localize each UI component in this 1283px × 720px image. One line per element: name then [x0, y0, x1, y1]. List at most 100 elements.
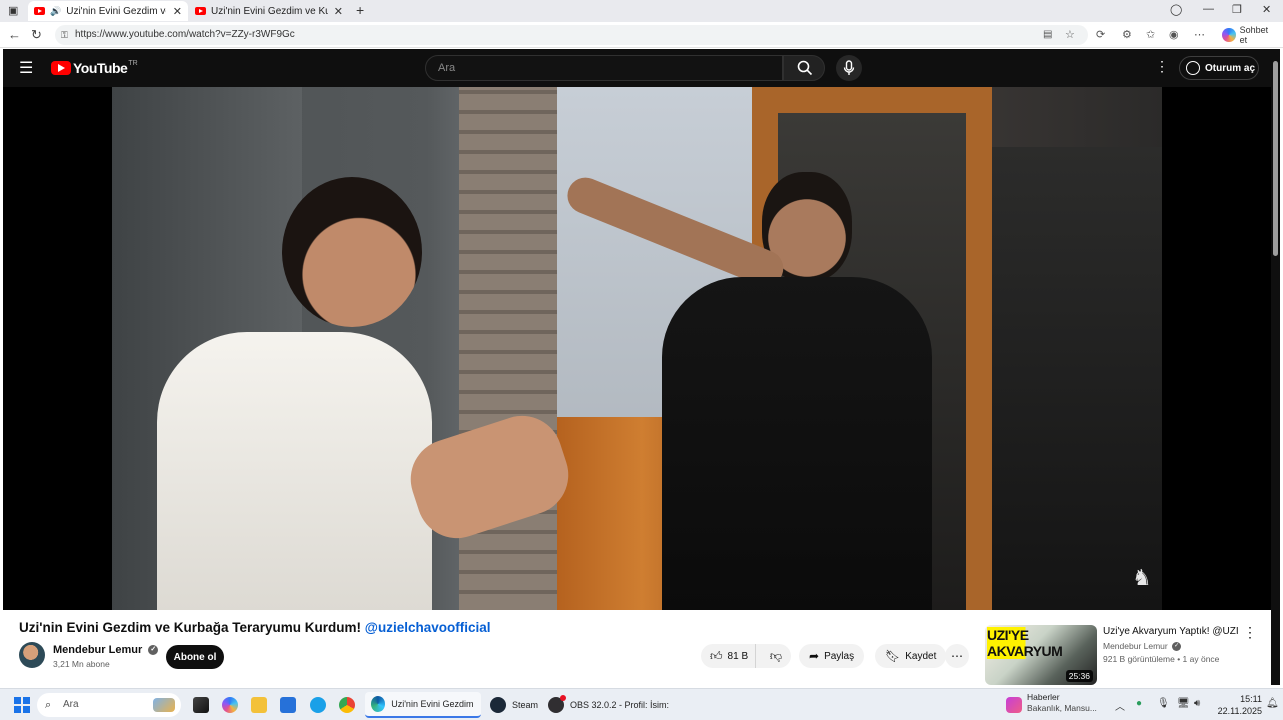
- taskbar-search-input[interactable]: ⌕ Ara: [37, 693, 181, 717]
- skype-icon[interactable]: [310, 697, 326, 713]
- task-view-icon[interactable]: [193, 697, 209, 713]
- close-icon[interactable]: ✕: [328, 5, 343, 18]
- reader-icon[interactable]: ▤: [1043, 25, 1052, 45]
- recommendation-more-icon[interactable]: ⋮: [1243, 624, 1257, 641]
- news-widget[interactable]: Haberler Bakanlık, Mansu...: [1027, 692, 1097, 714]
- chat-button[interactable]: Sohbet et: [1216, 25, 1283, 45]
- start-icon[interactable]: [14, 697, 30, 713]
- collections-icon[interactable]: ◉: [1169, 28, 1179, 41]
- recommendation-meta: 921 B görüntüleme • 1 ay önce: [1103, 654, 1219, 664]
- subscribe-button[interactable]: Abone ol: [166, 645, 224, 669]
- youtube-logo[interactable]: YouTube TR: [51, 60, 138, 76]
- more-icon[interactable]: ⋯: [1194, 28, 1205, 41]
- bookmark-icon: 🔖︎: [885, 649, 901, 663]
- logo-text: YouTube: [73, 60, 128, 76]
- chat-label: Sohbet et: [1239, 25, 1269, 45]
- signin-button[interactable]: Oturum aç: [1179, 56, 1259, 80]
- search-button[interactable]: [783, 55, 825, 81]
- url-field[interactable]: ⚿ https://www.youtube.com/watch?v=ZZy-r3…: [55, 25, 1088, 45]
- country-code: TR: [128, 59, 138, 67]
- profile-icon[interactable]: ◯: [1170, 3, 1182, 16]
- video-info: Uzi'nin Evini Gezdim ve Kurbağa Teraryum…: [3, 610, 1271, 685]
- minimize-icon[interactable]: —: [1203, 3, 1214, 15]
- network-icon[interactable]: 🖥︎: [1177, 698, 1190, 709]
- voice-search-button[interactable]: [836, 55, 862, 81]
- back-icon[interactable]: ←: [8, 27, 21, 42]
- more-actions-button[interactable]: ⋯: [945, 644, 969, 668]
- recommendation-age: 1 ay önce: [1182, 654, 1220, 664]
- watermark-icon: ♞: [1132, 565, 1152, 590]
- favorite-star-icon[interactable]: ☆: [1065, 25, 1075, 45]
- verified-icon: ✓: [148, 645, 159, 656]
- store-icon[interactable]: [280, 697, 296, 713]
- speaker-icon[interactable]: 🔊: [50, 6, 61, 17]
- mention-link[interactable]: @uzielchavoofficial: [365, 620, 491, 635]
- edge-icon: [371, 696, 386, 712]
- search-input[interactable]: Ara: [425, 55, 783, 81]
- like-button[interactable]: 👍︎ 81 B: [701, 644, 756, 668]
- recommendation-channel[interactable]: Mendebur Lemur ✓: [1103, 641, 1182, 652]
- microphone-icon[interactable]: 🎙︎: [1157, 698, 1170, 709]
- tab-active[interactable]: 🔊 Uzi'nin Evini Gezdim ve Kurbağa Terary…: [28, 1, 188, 21]
- thumbs-down-icon: 👎︎: [769, 648, 783, 663]
- tray-expand-icon[interactable]: ︿: [1115, 698, 1125, 713]
- favorites-icon[interactable]: ✩: [1146, 28, 1155, 41]
- taskbar-app-obs[interactable]: OBS 32.0.2 - Profil: İsim:: [542, 692, 675, 718]
- close-window-icon[interactable]: ✕: [1262, 3, 1271, 16]
- right-shelves: [992, 147, 1162, 610]
- person-left-body: [157, 332, 432, 610]
- share-button[interactable]: ➦ Paylaş: [799, 644, 865, 668]
- like-count: 81 B: [727, 650, 749, 662]
- video-frame[interactable]: ♞: [112, 87, 1162, 610]
- dislike-button[interactable]: 👎︎: [761, 644, 791, 668]
- subscriber-count: 3,21 Mn abone: [53, 659, 110, 669]
- clock[interactable]: 15:11 22.11.2025: [1212, 693, 1262, 717]
- news-widget-icon[interactable]: [1006, 697, 1022, 713]
- youtube-favicon-icon: [195, 7, 206, 15]
- volume-icon[interactable]: 🔊︎: [1194, 698, 1200, 709]
- settings-more-icon[interactable]: ⋮: [1155, 58, 1169, 75]
- notification-bell-icon[interactable]: 🔔︎: [1266, 698, 1279, 709]
- news-subtitle: Bakanlık, Mansu...: [1027, 703, 1097, 713]
- scrollbar-thumb[interactable]: [1273, 61, 1278, 256]
- tab-inactive[interactable]: Uzi'nin Evini Gezdim ve Kurbağa Teraryum…: [189, 1, 349, 21]
- refresh-icon[interactable]: ↻: [31, 27, 42, 43]
- close-icon[interactable]: ✕: [167, 5, 182, 18]
- obs-icon: [548, 695, 566, 713]
- maximize-icon[interactable]: ❐: [1232, 3, 1242, 16]
- taskbar-app-edge[interactable]: Uzi'nin Evini Gezdim ve: [365, 692, 481, 718]
- tray-app-icon[interactable]: ●: [1136, 698, 1142, 709]
- menu-icon[interactable]: ☰: [19, 58, 33, 78]
- signin-label: Oturum aç: [1205, 62, 1256, 74]
- chrome-icon[interactable]: [339, 697, 355, 713]
- verified-icon: ✓: [1172, 642, 1182, 652]
- channel-name[interactable]: Mendebur Lemur ✓: [53, 644, 159, 656]
- avatar[interactable]: [19, 642, 45, 668]
- sync-icon[interactable]: ⟳: [1096, 28, 1105, 41]
- recommendation-title[interactable]: Uzi'ye Akvaryum Yaptık! @UZI: [1103, 626, 1238, 637]
- scrollbar[interactable]: [1271, 49, 1280, 685]
- like-dislike-group: 👍︎ 81 B 👎︎: [701, 644, 791, 668]
- extensions-icon[interactable]: ⚙: [1122, 28, 1132, 41]
- steam-icon: [490, 697, 506, 713]
- search-placeholder: Ara: [438, 62, 456, 74]
- copilot-icon: [1222, 28, 1236, 42]
- taskbar-app-label: OBS 32.0.2 - Profil: İsim:: [570, 700, 670, 710]
- save-button[interactable]: 🔖︎ Kaydet: [875, 644, 947, 668]
- search-highlight-icon: [153, 698, 175, 712]
- share-icon: ➦: [809, 649, 820, 663]
- copilot-app-icon[interactable]: [222, 697, 238, 713]
- recommendation-thumbnail[interactable]: UZI'YE AKVARYUM 25:36: [985, 625, 1097, 685]
- new-tab-button[interactable]: +: [356, 2, 364, 18]
- file-explorer-icon[interactable]: [251, 697, 267, 713]
- address-bar: ← ↻ ⚿ https://www.youtube.com/watch?v=ZZ…: [0, 22, 1283, 48]
- video-player[interactable]: ♞: [3, 87, 1271, 610]
- tab-title: Uzi'nin Evini Gezdim ve Kurbağa Teraryum…: [66, 5, 166, 17]
- site-info-icon[interactable]: ⚿: [61, 25, 68, 45]
- browser-tab-strip: ▣ 🔊 Uzi'nin Evini Gezdim ve Kurbağa Tera…: [0, 0, 1283, 22]
- search-icon: [797, 60, 813, 76]
- tab-actions-icon[interactable]: ▣: [8, 4, 18, 17]
- person-left-head: [282, 177, 422, 327]
- search-icon: ⌕: [45, 699, 52, 711]
- taskbar-app-steam[interactable]: Steam: [484, 692, 544, 718]
